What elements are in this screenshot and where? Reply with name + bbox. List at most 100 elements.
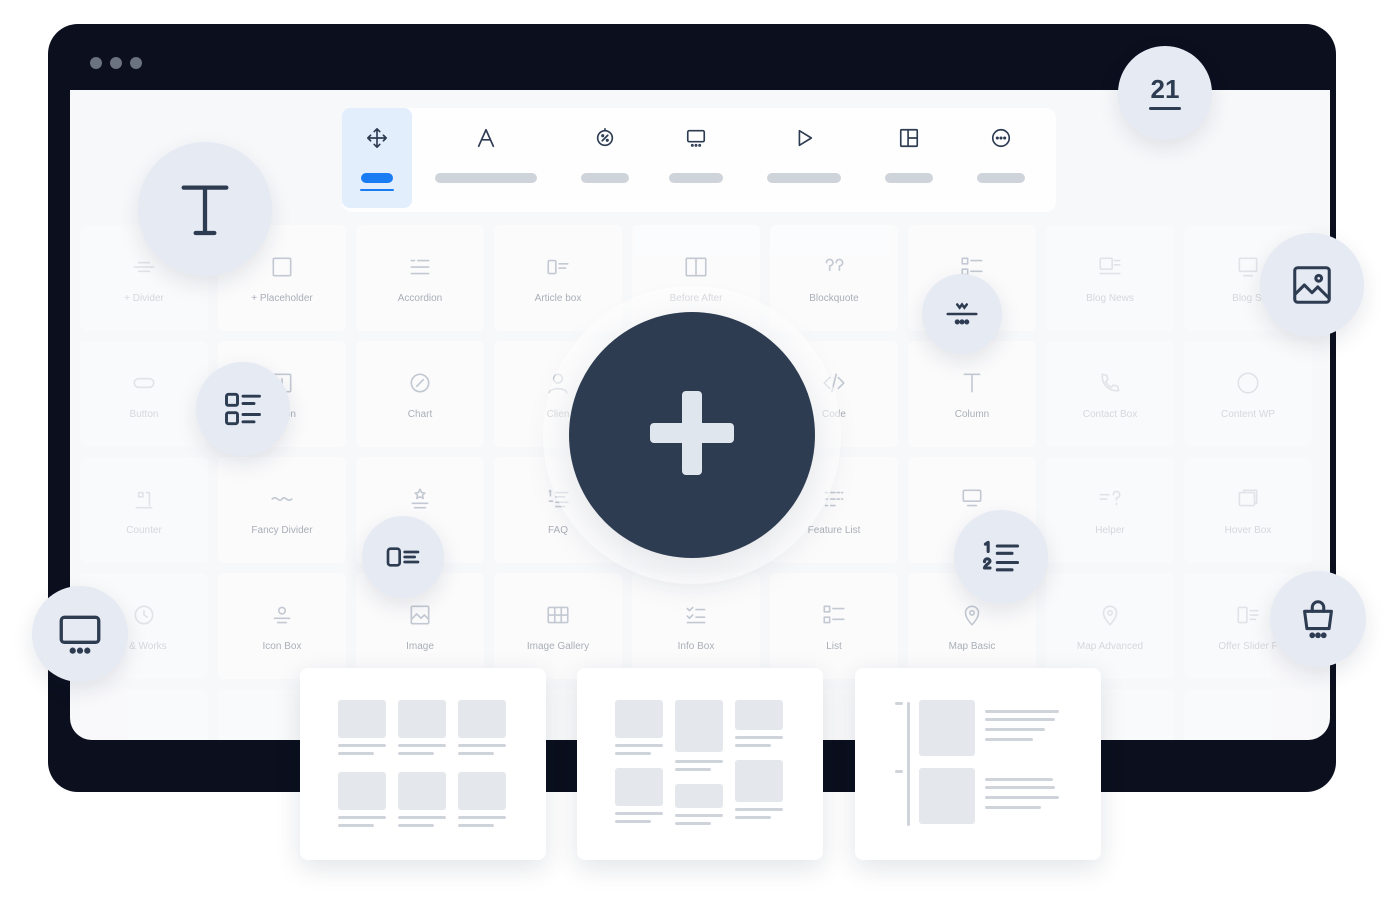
element-tile[interactable]: Helper bbox=[1046, 457, 1174, 563]
plus-icon bbox=[650, 390, 734, 480]
blockquote-icon bbox=[820, 253, 848, 281]
element-tile-label: Hover Box bbox=[1224, 525, 1272, 536]
layout-card-masonry[interactable] bbox=[577, 668, 823, 860]
divider-icon bbox=[130, 253, 158, 281]
element-tile-label: Feature List bbox=[807, 525, 861, 536]
percent-badge-icon bbox=[592, 125, 618, 151]
element-tile-label: Blog Sl bbox=[1232, 293, 1264, 304]
monitor-float[interactable] bbox=[32, 586, 128, 682]
layout-icon bbox=[896, 125, 922, 151]
element-tile-label: Content WP bbox=[1221, 409, 1275, 420]
article-box-float[interactable] bbox=[362, 516, 444, 598]
element-tile-label: + Placeholder bbox=[251, 293, 313, 304]
element-tile-label: Article box bbox=[534, 293, 582, 304]
element-tile[interactable]: Info Box bbox=[632, 573, 760, 679]
element-tile-label: Fancy Divider bbox=[251, 525, 313, 536]
column-icon bbox=[958, 369, 986, 397]
shop-float[interactable] bbox=[1270, 571, 1366, 667]
tab-media[interactable] bbox=[668, 108, 724, 208]
layout-card-grid[interactable] bbox=[300, 668, 546, 860]
before-after-icon bbox=[682, 253, 710, 281]
faq-icon bbox=[544, 485, 572, 513]
tab-layout[interactable] bbox=[884, 108, 934, 208]
divider-float[interactable] bbox=[922, 274, 1002, 354]
calendar-float[interactable]: 21 bbox=[1118, 46, 1212, 140]
element-tile[interactable]: List bbox=[770, 573, 898, 679]
element-tile[interactable]: Fancy Divider bbox=[218, 457, 346, 563]
element-tile-label: Map Advanced bbox=[1076, 641, 1144, 652]
numbered-list-icon bbox=[979, 535, 1023, 579]
element-tile[interactable]: Map Advanced bbox=[1046, 573, 1174, 679]
code-icon bbox=[820, 369, 848, 397]
placeholder-icon bbox=[268, 253, 296, 281]
calendar-day-icon: 21 bbox=[1149, 76, 1181, 110]
play-icon bbox=[791, 125, 817, 151]
image-icon bbox=[1289, 262, 1335, 308]
element-tile-label: Counter bbox=[126, 525, 162, 536]
helper-icon bbox=[1096, 485, 1124, 513]
tab-move[interactable] bbox=[342, 108, 412, 208]
image-icon bbox=[406, 601, 434, 629]
fancy-heading-icon bbox=[406, 485, 434, 513]
element-tile-label: s & Works bbox=[121, 641, 167, 652]
counter-icon bbox=[130, 485, 158, 513]
element-tile[interactable]: Button bbox=[80, 341, 208, 447]
calendar-day-number: 21 bbox=[1150, 74, 1180, 104]
clients-icon bbox=[544, 369, 572, 397]
element-tile[interactable]: Accordion bbox=[356, 225, 484, 331]
element-tile[interactable] bbox=[1184, 689, 1312, 740]
element-tile-label: Contact Box bbox=[1082, 409, 1138, 420]
element-tile[interactable]: Article box bbox=[494, 225, 622, 331]
text-element-float[interactable] bbox=[138, 142, 272, 276]
element-tile-label: Column bbox=[954, 409, 990, 420]
map-pin-icon bbox=[1096, 601, 1124, 629]
list-icon bbox=[820, 601, 848, 629]
element-tile[interactable]: Content WP bbox=[1184, 341, 1312, 447]
window-control-dot[interactable] bbox=[130, 57, 142, 69]
element-tile-label: Chart bbox=[407, 409, 433, 420]
tab-video[interactable] bbox=[766, 108, 842, 208]
element-tile[interactable]: Chart bbox=[356, 341, 484, 447]
blog-news-icon bbox=[1096, 253, 1124, 281]
element-tile[interactable]: Contact Box bbox=[1046, 341, 1174, 447]
window-control-dot[interactable] bbox=[90, 57, 102, 69]
element-tile[interactable]: Blockquote bbox=[770, 225, 898, 331]
accordion-icon bbox=[406, 253, 434, 281]
element-tile-label: Image Gallery bbox=[526, 641, 590, 652]
element-tile-label: Info Box bbox=[677, 641, 715, 652]
tab-typography[interactable] bbox=[434, 108, 538, 208]
flat-box-icon bbox=[958, 485, 986, 513]
element-tile[interactable]: Counter bbox=[80, 457, 208, 563]
list-float[interactable] bbox=[196, 362, 290, 456]
element-tile-label: Button bbox=[129, 409, 159, 420]
element-tile[interactable]: Icon Box bbox=[218, 573, 346, 679]
element-tile[interactable] bbox=[80, 689, 208, 740]
text-icon bbox=[173, 177, 237, 241]
tab-more[interactable] bbox=[976, 108, 1026, 208]
element-tile[interactable]: Blog News bbox=[1046, 225, 1174, 331]
feature-list-icon bbox=[820, 485, 848, 513]
map-pin-icon bbox=[958, 601, 986, 629]
element-category-toolbar bbox=[342, 108, 1056, 212]
numbered-list-float[interactable] bbox=[954, 510, 1048, 604]
divider-icon bbox=[943, 295, 981, 333]
image-gallery-icon bbox=[544, 601, 572, 629]
text-style-icon bbox=[473, 125, 499, 151]
element-tile-label: Accordion bbox=[397, 293, 443, 304]
element-tile-label: Code bbox=[822, 409, 846, 420]
element-tile[interactable]: Column bbox=[908, 341, 1036, 447]
element-tile[interactable]: Image Gallery bbox=[494, 573, 622, 679]
element-tile-label: Before After bbox=[669, 293, 723, 304]
element-tile-label: Blog News bbox=[1086, 293, 1134, 304]
layout-card-timeline[interactable] bbox=[855, 668, 1101, 860]
list-icon bbox=[221, 387, 265, 431]
element-tile-label: Map Basic bbox=[948, 641, 996, 652]
add-element-button[interactable] bbox=[569, 312, 815, 558]
element-tile[interactable]: Hover Box bbox=[1184, 457, 1312, 563]
move-icon bbox=[364, 125, 390, 151]
element-tile-label: List bbox=[826, 641, 842, 652]
window-control-dot[interactable] bbox=[110, 57, 122, 69]
fancy-divider-icon bbox=[268, 485, 296, 513]
image-float[interactable] bbox=[1260, 233, 1364, 337]
tab-percent[interactable] bbox=[580, 108, 630, 208]
